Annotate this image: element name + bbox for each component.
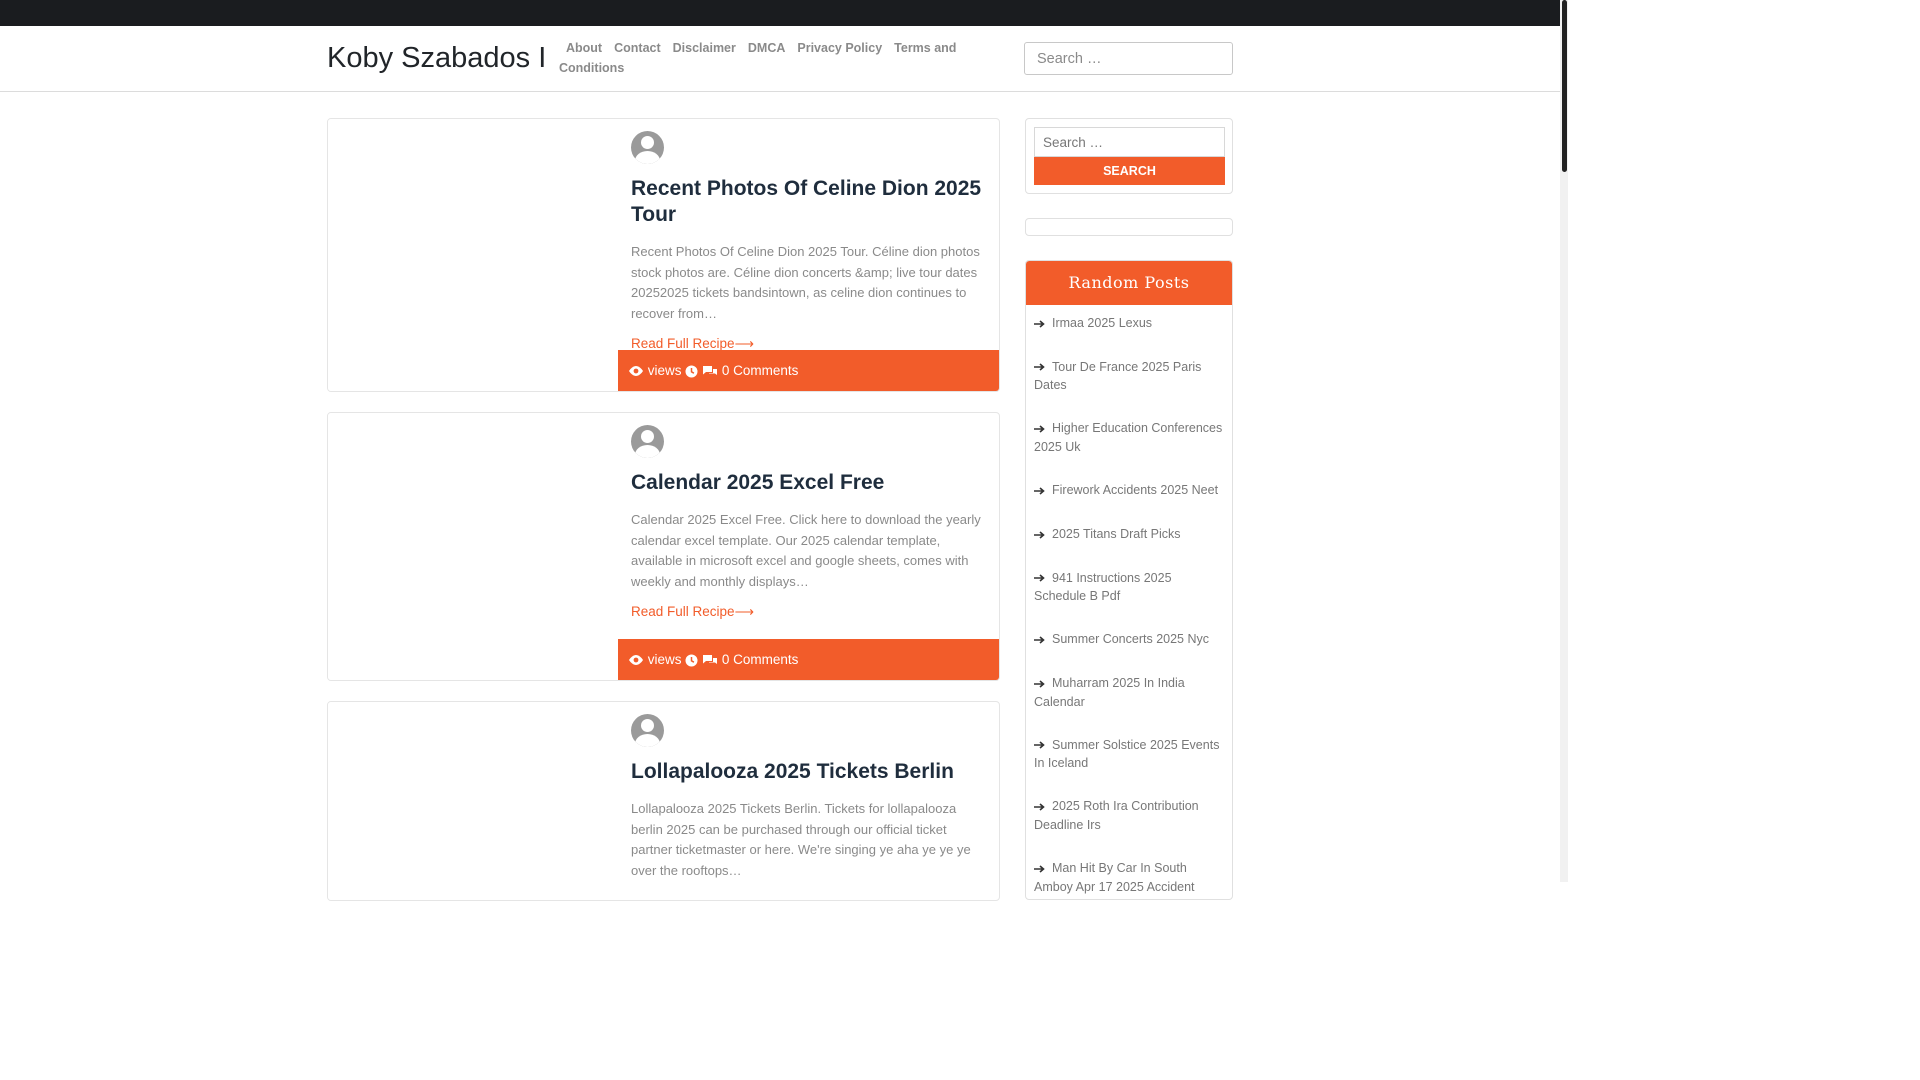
random-post-link[interactable]: Firework Accidents 2025 Neet [1052,483,1218,497]
comments-count[interactable]: 0 Comments [722,652,799,667]
main-nav: About Contact Disclaimer DMCA Privacy Policy… [559,39,979,78]
random-post-link[interactable]: Summer Solstice 2025 Events In Iceland [1034,738,1219,771]
sidebar-search-button[interactable]: Search [1034,157,1225,185]
arrow-right-icon [1034,675,1046,693]
eye-icon [629,366,643,377]
top-bar [0,0,1568,26]
nav-item-dmca[interactable]: DMCA [748,41,786,55]
random-post-link[interactable]: 941 Instructions 2025 Schedule B Pdf [1034,571,1172,604]
post-title[interactable]: Recent Photos Of Celine Dion 2025 Tour [631,176,991,228]
random-post-item[interactable]: 2025 Titans Draft Picks [1034,516,1224,560]
arrow-right-icon [1034,798,1046,816]
site-title[interactable]: Koby Szabados I [327,42,546,75]
random-post-item[interactable]: Summer Concerts 2025 Nyc [1034,621,1224,665]
random-post-item[interactable]: Summer Solstice 2025 Events In Iceland [1034,727,1224,789]
arrow-right-icon [1034,526,1046,544]
post-content: Calendar 2025 Excel Free Calendar 2025 E… [631,425,991,621]
random-post-link[interactable]: 2025 Roth Ira Contribution Deadline Irs [1034,799,1199,832]
post-thumbnail[interactable] [328,702,618,900]
random-post-item[interactable]: 941 Instructions 2025 Schedule B Pdf [1034,560,1224,622]
post-excerpt: Calendar 2025 Excel Free. Click here to … [631,512,981,589]
site-header: Koby Szabados I About Contact Disclaimer DM… [0,26,1560,92]
nav-item-disclaimer[interactable]: Disclaimer [673,41,736,55]
random-post-item[interactable]: Irmaa 2025 Lexus [1034,305,1224,349]
arrow-right-icon [1034,569,1046,587]
nav-item-contact[interactable]: Contact [614,41,661,55]
arrow-right-icon: ⟶ [734,336,754,351]
clock-icon [685,654,698,667]
random-post-item[interactable]: Firework Accidents 2025 Neet [1034,472,1224,516]
post-content: Recent Photos Of Celine Dion 2025 Tour R… [631,131,991,353]
random-post-link[interactable]: Summer Concerts 2025 Nyc [1052,632,1209,646]
comments-count[interactable]: 0 Comments [722,363,799,378]
random-posts-widget: Random Posts Irmaa 2025 Lexus Tour De Fr… [1025,260,1233,900]
post-meta-bar: views 0 Comments [618,639,999,680]
post-card: Recent Photos Of Celine Dion 2025 Tour R… [327,118,1000,392]
random-post-item[interactable]: Muharram 2025 In India Calendar [1034,665,1224,727]
random-post-item[interactable]: Tour De France 2025 Paris Dates [1034,349,1224,411]
random-post-link[interactable]: 2025 Titans Draft Picks [1052,527,1181,541]
post-title[interactable]: Calendar 2025 Excel Free [631,470,991,496]
author-avatar-icon [631,425,664,458]
post-thumbnail[interactable] [328,413,618,680]
views-label: views [647,652,682,667]
views-label: views [647,363,682,378]
clock-icon [685,365,698,378]
random-post-item[interactable]: 2025 Roth Ira Contribution Deadline Irs [1034,788,1224,850]
random-post-link[interactable]: Man Hit By Car In South Amboy Apr 17 202… [1034,861,1195,894]
sidebar-empty-widget [1025,218,1233,236]
random-post-link[interactable]: Higher Education Conferences 2025 Uk [1034,421,1222,454]
read-more-link[interactable]: Read Full Recipe⟶ [631,604,754,620]
arrow-right-icon [1034,420,1046,438]
nav-item-about[interactable]: About [566,41,602,55]
author-avatar-icon [631,714,664,747]
post-card: Calendar 2025 Excel Free Calendar 2025 E… [327,412,1000,681]
author-avatar-icon [631,131,664,164]
scrollbar[interactable] [1560,0,1568,882]
post-thumbnail[interactable] [328,119,618,391]
random-post-link[interactable]: Irmaa 2025 Lexus [1052,316,1152,330]
arrow-right-icon: ⟶ [734,604,754,619]
read-more-label: Read Full Recipe [631,336,735,351]
comments-icon [703,654,718,664]
post-title[interactable]: Lollapalooza 2025 Tickets Berlin [631,759,991,785]
comments-icon [703,365,718,375]
arrow-right-icon [1034,482,1046,500]
nav-item-privacy-policy[interactable]: Privacy Policy [797,41,882,55]
post-excerpt: Lollapalooza 2025 Tickets Berlin. Ticket… [631,801,971,878]
sidebar-search-widget: Search [1025,118,1233,194]
random-post-item[interactable]: Man Hit By Car In South Amboy Apr 17 202… [1034,850,1224,899]
arrow-right-icon [1034,631,1046,649]
random-post-item[interactable]: Higher Education Conferences 2025 Uk [1034,410,1224,472]
post-content: Lollapalooza 2025 Tickets Berlin Lollapa… [631,714,991,881]
scrollbar-thumb[interactable] [1562,0,1567,172]
eye-icon [629,655,643,666]
post-meta-bar: views 0 Comments [618,350,999,391]
post-card: Lollapalooza 2025 Tickets Berlin Lollapa… [327,701,1000,901]
header-search-input[interactable] [1024,42,1233,75]
arrow-right-icon [1034,315,1046,333]
random-post-link[interactable]: Muharram 2025 In India Calendar [1034,676,1185,709]
arrow-right-icon [1034,358,1046,376]
random-post-link[interactable]: Tour De France 2025 Paris Dates [1034,360,1201,393]
read-more-label: Read Full Recipe [631,604,735,619]
arrow-right-icon [1034,860,1046,878]
post-excerpt: Recent Photos Of Celine Dion 2025 Tour. … [631,244,980,321]
random-posts-list: Irmaa 2025 Lexus Tour De France 2025 Par… [1026,305,1232,899]
random-posts-title: Random Posts [1026,261,1232,305]
sidebar-search-input[interactable] [1034,127,1225,157]
arrow-right-icon [1034,736,1046,754]
